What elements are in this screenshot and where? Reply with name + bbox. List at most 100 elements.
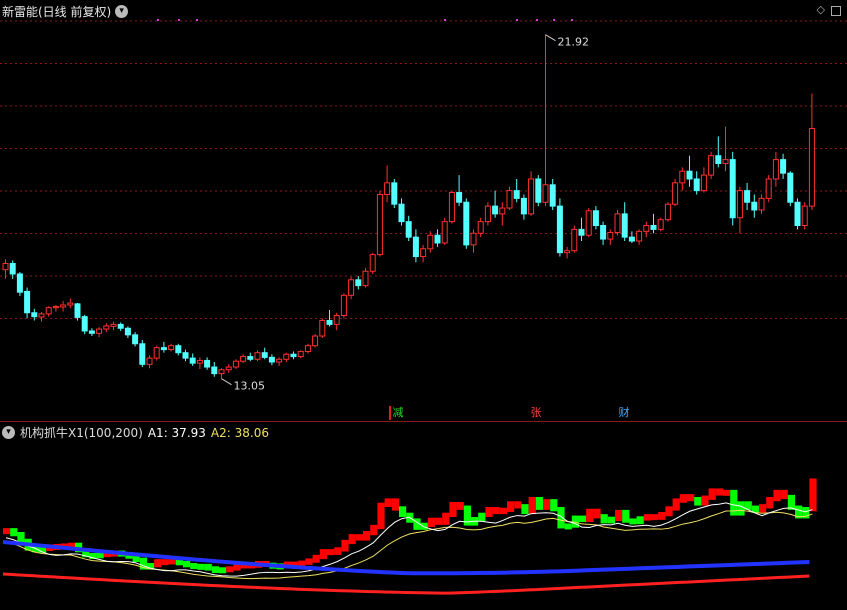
candle-body xyxy=(38,313,45,318)
signal-block xyxy=(708,488,716,500)
candle-body xyxy=(276,358,283,363)
signal-block xyxy=(478,512,486,522)
chart-title: 新雷能(日线 前复权) xyxy=(2,5,112,19)
candle-body xyxy=(585,210,592,236)
signal-block xyxy=(521,504,529,515)
event-badge-reduce[interactable]: 减 xyxy=(389,406,405,420)
event-badge-finance[interactable]: 财 xyxy=(617,406,631,420)
candle-body xyxy=(391,182,398,205)
candle-body xyxy=(175,345,182,354)
event-badge-rise[interactable]: 张 xyxy=(529,406,543,420)
signal-block xyxy=(535,497,543,510)
signal-block xyxy=(507,501,515,512)
signal-block xyxy=(780,489,788,500)
signal-block xyxy=(665,506,673,517)
signal-block xyxy=(341,539,349,552)
low-pointer xyxy=(221,378,232,386)
candle-body xyxy=(182,352,189,359)
indicator-panel[interactable]: ▾ 机构抓牛X1(100,200) A1: 37.93 A2: 38.06 xyxy=(0,421,847,610)
signal-block xyxy=(456,502,464,510)
chevron-down-icon[interactable]: ▾ xyxy=(115,5,129,18)
signal-block xyxy=(550,499,558,512)
candle-body xyxy=(340,294,347,316)
candle-body xyxy=(355,279,362,287)
candle-body xyxy=(420,248,427,258)
signal-block xyxy=(766,497,774,509)
signal-block xyxy=(723,489,731,496)
signal-block xyxy=(161,559,169,566)
signal-block xyxy=(197,563,205,570)
candle-body xyxy=(636,230,643,242)
candle-body xyxy=(722,159,729,164)
signal-marker xyxy=(196,19,198,21)
signal-block xyxy=(593,508,601,519)
candle-body xyxy=(398,203,405,223)
candle-body xyxy=(801,205,808,227)
signal-block xyxy=(327,549,335,556)
candle-body xyxy=(672,182,679,205)
diamond-icon[interactable]: ◇ xyxy=(817,3,825,16)
candle-body xyxy=(290,353,297,358)
candle-body xyxy=(247,356,254,360)
candle-body xyxy=(268,356,275,363)
candle-body xyxy=(254,352,261,360)
candle-body xyxy=(211,366,218,375)
candle-body xyxy=(312,335,319,347)
candle-body xyxy=(628,236,635,242)
signal-block xyxy=(629,518,637,525)
signal-block xyxy=(233,564,241,571)
signal-block xyxy=(154,559,162,568)
candle-body xyxy=(780,159,787,174)
signal-block xyxy=(528,497,536,515)
candle-body xyxy=(434,234,441,244)
candle-body xyxy=(218,369,225,375)
candle-body xyxy=(124,327,131,336)
indicator-chart[interactable] xyxy=(0,422,847,610)
candle-body xyxy=(650,225,657,230)
candlestick-chart[interactable]: 21.92 13.05 xyxy=(0,0,847,421)
candle-body xyxy=(614,213,621,233)
candle-body xyxy=(470,232,477,246)
candle-body xyxy=(621,213,628,238)
signal-block xyxy=(679,494,687,503)
signal-block xyxy=(334,547,342,555)
candle-body xyxy=(376,193,383,256)
candle-body xyxy=(484,205,491,223)
signal-block xyxy=(701,495,709,506)
candle-body xyxy=(751,201,758,211)
signal-block xyxy=(435,517,443,525)
candle-body xyxy=(232,360,239,368)
signal-block xyxy=(463,505,471,526)
signal-block xyxy=(449,502,457,517)
signal-block xyxy=(319,549,327,560)
signal-block xyxy=(190,563,198,570)
square-icon[interactable] xyxy=(831,6,841,16)
main-chart-panel[interactable]: 21.92 13.05 新雷能(日线 前复权) ▾ ◇ 减 张 财 xyxy=(0,0,847,421)
candle-body xyxy=(132,334,139,345)
candle-body xyxy=(81,316,88,332)
signal-block xyxy=(759,504,767,513)
signal-block xyxy=(773,489,781,502)
candle-body xyxy=(405,221,412,238)
signal-block xyxy=(564,523,572,530)
signal-block xyxy=(586,508,594,522)
candle-body xyxy=(808,128,815,207)
main-chart-header: 新雷能(日线 前复权) ▾ xyxy=(2,3,129,20)
candle-body xyxy=(88,330,95,334)
candle-body xyxy=(549,184,556,207)
high-pointer xyxy=(545,34,556,42)
signal-marker xyxy=(571,19,573,21)
indicator-a1: A1: 37.93 xyxy=(147,425,206,440)
signal-marker xyxy=(516,19,518,21)
signal-block xyxy=(514,501,522,509)
candle-body xyxy=(492,205,499,215)
signal-block xyxy=(211,566,219,573)
signal-block xyxy=(183,561,191,568)
signal-block xyxy=(694,497,702,506)
signal-block xyxy=(557,507,565,529)
candle-body xyxy=(456,192,463,203)
chevron-down-icon[interactable]: ▾ xyxy=(2,426,15,439)
candle-body xyxy=(153,347,160,359)
candle-body xyxy=(693,178,700,192)
candle-body xyxy=(765,178,772,199)
